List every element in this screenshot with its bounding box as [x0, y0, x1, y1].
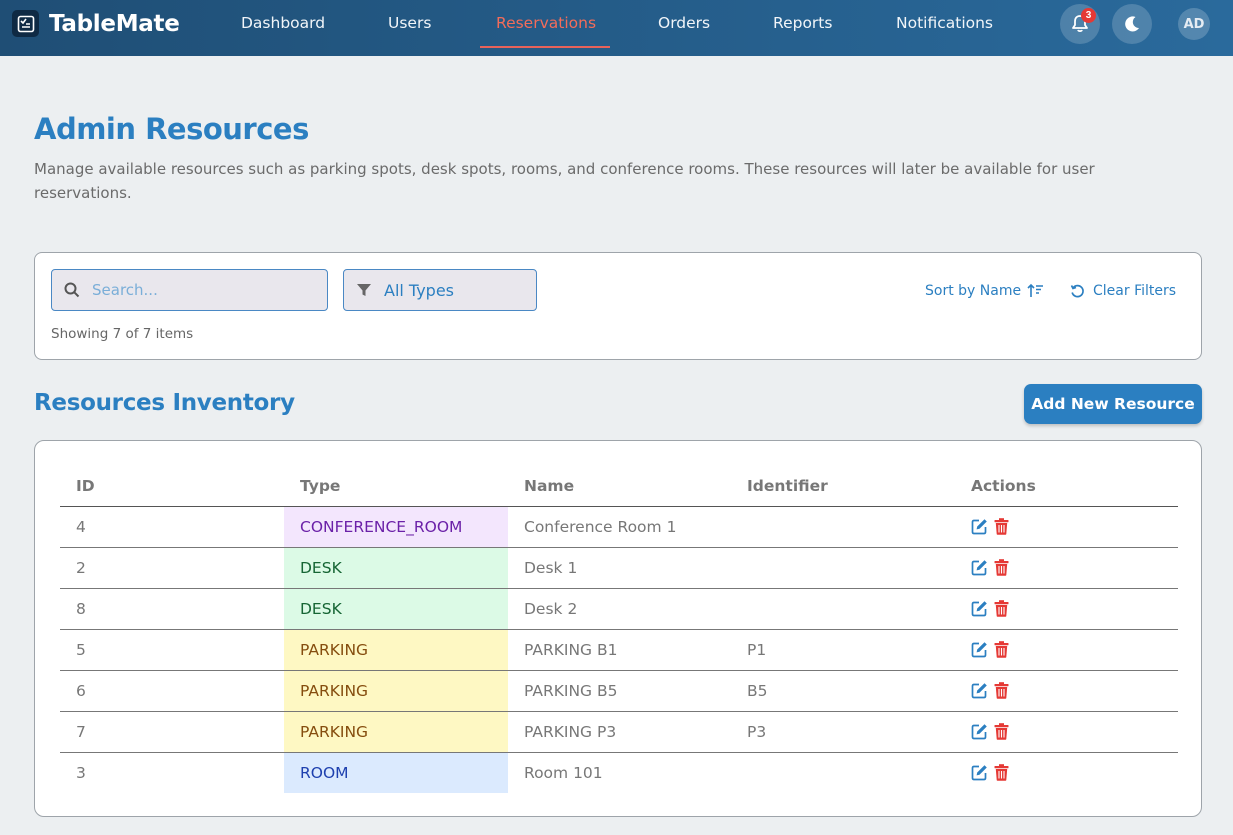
delete-icon[interactable]: [994, 600, 1009, 617]
cell-identifier: [731, 752, 955, 793]
clear-filters-button[interactable]: Clear Filters: [1070, 283, 1176, 299]
cell-actions: [955, 547, 1178, 589]
inventory-table-card: ID Type Name Identifier Actions 4 CONFERE…: [34, 440, 1202, 817]
table-row: 6 PARKING PARKING B5 B5: [60, 670, 1178, 712]
column-header-id[interactable]: ID: [60, 466, 284, 507]
cell-type-badge: DESK: [284, 588, 508, 630]
cell-id: 7: [60, 711, 284, 753]
moon-icon: [1125, 16, 1139, 32]
cell-identifier: P3: [731, 711, 955, 753]
active-nav-indicator: [480, 46, 610, 48]
cell-name: PARKING P3: [508, 711, 731, 753]
cell-actions: [955, 752, 1178, 793]
sort-label: Sort by Name: [925, 283, 1022, 299]
column-header-type[interactable]: Type: [284, 466, 508, 507]
cell-name: Desk 1: [508, 547, 731, 589]
user-avatar[interactable]: AD: [1178, 8, 1210, 40]
resources-table: ID Type Name Identifier Actions 4 CONFERE…: [60, 466, 1178, 793]
cell-type-badge: CONFERENCE_ROOM: [284, 506, 508, 548]
nav-users[interactable]: Users: [388, 0, 431, 56]
filter-funnel-icon: [357, 284, 371, 296]
cell-id: 6: [60, 670, 284, 712]
delete-icon[interactable]: [994, 723, 1009, 740]
delete-icon[interactable]: [994, 764, 1009, 782]
table-row: 5 PARKING PARKING B1 P1: [60, 629, 1178, 671]
notifications-button[interactable]: 3: [1060, 4, 1100, 44]
cell-name: Desk 2: [508, 588, 731, 630]
inventory-title: Resources Inventory: [34, 390, 295, 416]
sort-by-name-button[interactable]: Sort by Name: [925, 283, 1045, 299]
clear-filters-label: Clear Filters: [1093, 283, 1177, 299]
cell-actions: [955, 588, 1178, 630]
checklist-logo-icon: [12, 10, 39, 37]
page-title: Admin Resources: [34, 112, 309, 146]
cell-actions: [955, 629, 1178, 671]
cell-id: 8: [60, 588, 284, 630]
nav-notifications[interactable]: Notifications: [896, 0, 993, 56]
table-row: 2 DESK Desk 1: [60, 547, 1178, 589]
cell-id: 2: [60, 547, 284, 589]
cell-identifier: B5: [731, 670, 955, 712]
notification-count-badge: 3: [1081, 8, 1096, 23]
cell-identifier: P1: [731, 629, 955, 671]
nav-dashboard[interactable]: Dashboard: [241, 0, 325, 56]
delete-icon[interactable]: [994, 682, 1009, 699]
table-row: 7 PARKING PARKING P3 P3: [60, 711, 1178, 753]
column-header-identifier[interactable]: Identifier: [731, 466, 955, 507]
delete-icon[interactable]: [994, 559, 1009, 576]
filter-card: All Types Showing 7 of 7 items Sort by N…: [34, 252, 1202, 360]
table-header-row: ID Type Name Identifier Actions: [60, 466, 1178, 507]
table-row: 4 CONFERENCE_ROOM Conference Room 1: [60, 506, 1178, 548]
edit-icon[interactable]: [971, 641, 988, 658]
showing-count: Showing 7 of 7 items: [51, 326, 194, 342]
theme-toggle-button[interactable]: [1112, 4, 1152, 44]
column-header-name[interactable]: Name: [508, 466, 731, 507]
search-input[interactable]: [92, 281, 312, 299]
cell-id: 4: [60, 506, 284, 548]
cell-name: Conference Room 1: [508, 506, 731, 548]
cell-name: PARKING B5: [508, 670, 731, 712]
cell-name: PARKING B1: [508, 629, 731, 671]
nav-orders[interactable]: Orders: [658, 0, 710, 56]
top-navbar: TableMate Dashboard Users Reservations O…: [0, 0, 1233, 56]
delete-icon[interactable]: [994, 518, 1009, 535]
cell-actions: [955, 506, 1178, 548]
edit-icon[interactable]: [971, 682, 988, 699]
search-field[interactable]: [51, 269, 328, 311]
cell-type-badge: PARKING: [284, 711, 508, 753]
cell-type-badge: DESK: [284, 547, 508, 589]
cell-actions: [955, 670, 1178, 712]
reset-icon: [1070, 284, 1084, 297]
brand-name: TableMate: [49, 10, 180, 37]
cell-id: 3: [76, 763, 86, 782]
edit-icon[interactable]: [971, 764, 988, 781]
search-icon: [64, 282, 80, 298]
brand[interactable]: TableMate: [12, 10, 180, 37]
table-row: 3 ROOM Room 101: [60, 752, 1178, 793]
cell-identifier: [731, 506, 955, 548]
edit-icon[interactable]: [971, 723, 988, 740]
add-new-resource-button[interactable]: Add New Resource: [1024, 384, 1202, 424]
delete-icon[interactable]: [994, 641, 1009, 658]
edit-icon[interactable]: [971, 600, 988, 617]
cell-identifier: [731, 588, 955, 630]
edit-icon[interactable]: [971, 559, 988, 576]
nav-reports[interactable]: Reports: [773, 0, 832, 56]
cell-identifier: [731, 547, 955, 589]
cell-name: Room 101: [524, 763, 603, 782]
cell-type-badge: PARKING: [284, 670, 508, 712]
type-filter-value: All Types: [384, 280, 455, 300]
cell-type-badge: ROOM: [284, 752, 508, 793]
cell-type-badge: PARKING: [284, 629, 508, 671]
table-row: 8 DESK Desk 2: [60, 588, 1178, 630]
cell-id: 5: [60, 629, 284, 671]
column-header-actions: Actions: [955, 466, 1178, 507]
sort-ascending-icon: [1027, 283, 1044, 297]
cell-actions: [955, 711, 1178, 753]
page-description: Manage available resources such as parki…: [34, 160, 1095, 202]
edit-icon[interactable]: [971, 518, 988, 535]
type-filter-select[interactable]: All Types: [343, 269, 537, 311]
